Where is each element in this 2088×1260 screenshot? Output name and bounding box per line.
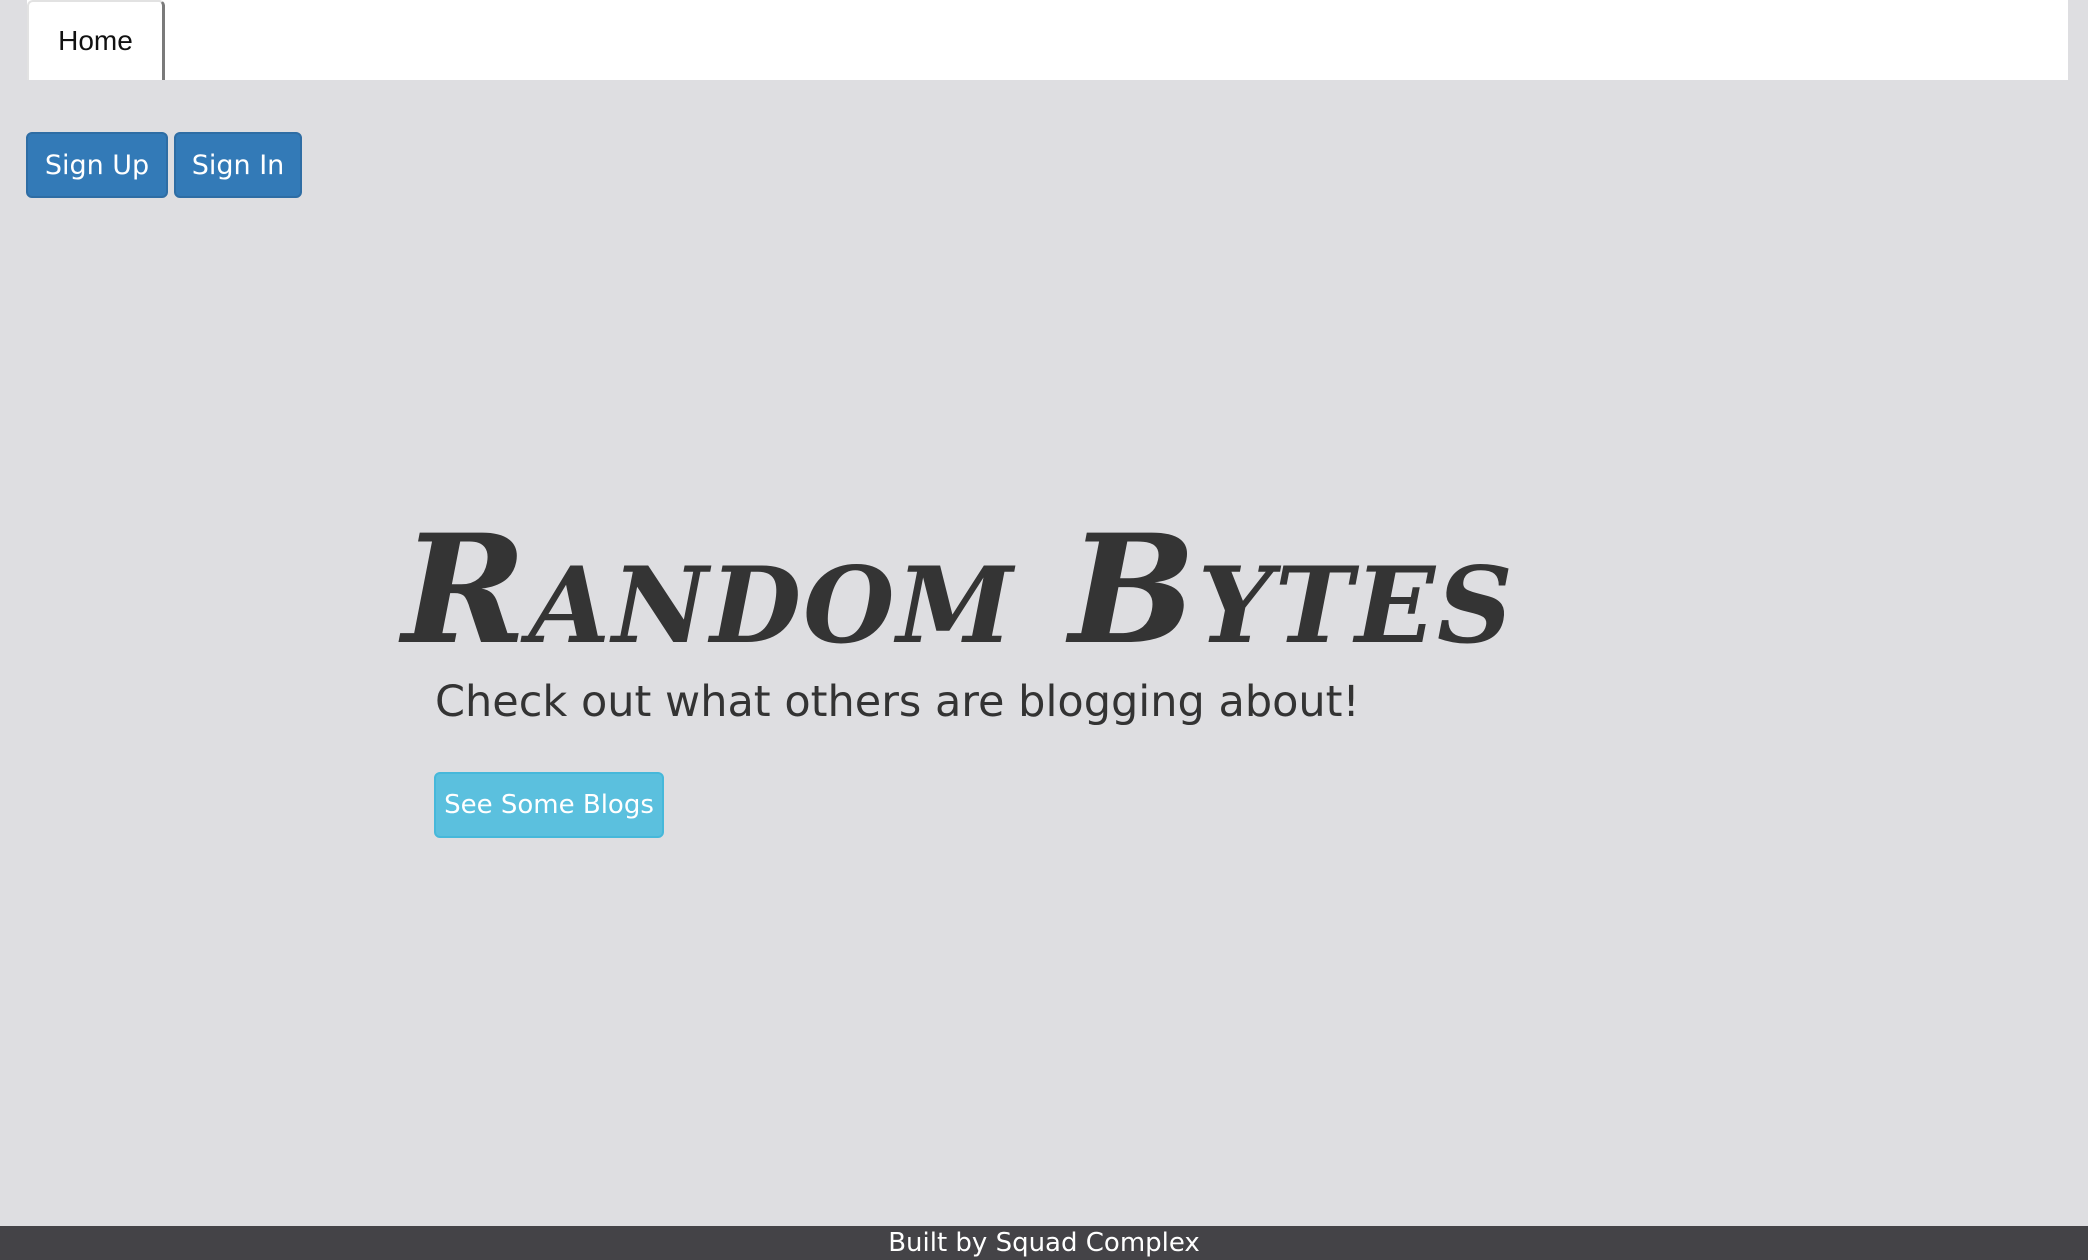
see-some-blogs-button[interactable]: See Some Blogs [434,772,664,838]
page: Home Sign Up Sign In Random Bytes Check … [0,0,2088,1260]
see-some-blogs-label: See Some Blogs [444,790,654,820]
sign-up-button[interactable]: Sign Up [26,132,168,198]
site-subtitle: Check out what others are blogging about… [435,677,1360,727]
sign-in-button[interactable]: Sign In [174,132,302,198]
footer: Built by Squad Complex [0,1226,2088,1260]
top-nav: Home [27,0,2068,80]
tab-home-label: Home [58,25,133,56]
sign-up-label: Sign Up [44,149,150,181]
footer-text: Built by Squad Complex [888,1228,1200,1258]
tab-home[interactable]: Home [27,0,165,80]
site-title: Random Bytes [402,502,1515,678]
sign-in-label: Sign In [191,149,285,181]
